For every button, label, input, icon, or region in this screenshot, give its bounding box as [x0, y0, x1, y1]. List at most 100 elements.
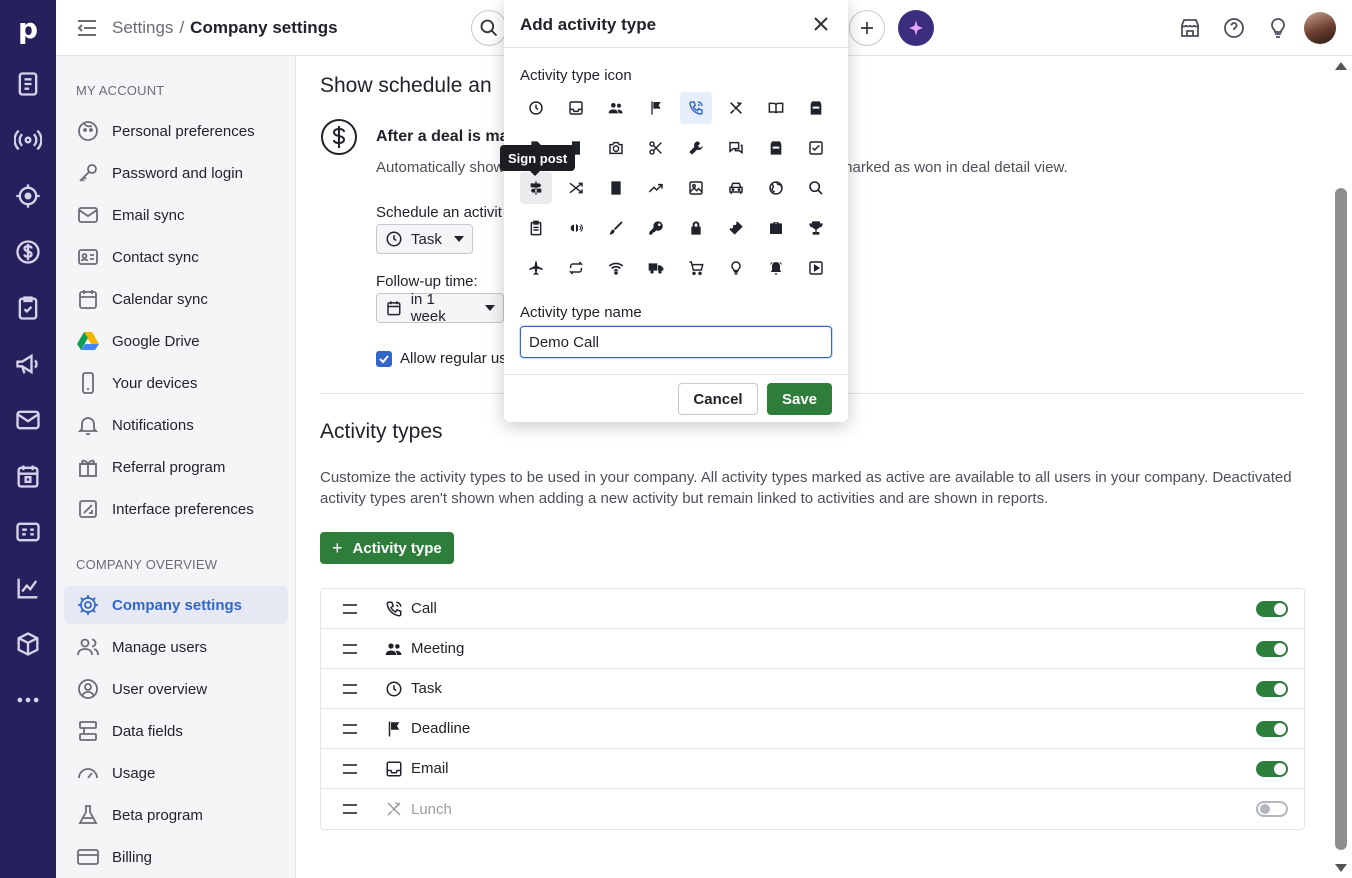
sidebar-item-data-fields[interactable]: Data fields	[64, 712, 288, 750]
utensils-icon[interactable]	[720, 92, 752, 124]
globe-icon[interactable]	[760, 172, 792, 204]
scroll-up-arrow-icon[interactable]	[1335, 62, 1347, 70]
chat-icon[interactable]	[720, 132, 752, 164]
scrollbar-thumb[interactable]	[1335, 188, 1347, 850]
dollar-icon[interactable]	[14, 238, 42, 266]
sidebar-item-manage-users[interactable]: Manage users	[64, 628, 288, 666]
avatar[interactable]	[1304, 12, 1336, 44]
activity-type-row-deadline[interactable]: Deadline	[321, 709, 1304, 749]
sidebar-item-your-devices[interactable]: Your devices	[64, 364, 288, 402]
camera-icon[interactable]	[600, 132, 632, 164]
sidebar-item-referral-program[interactable]: Referral program	[64, 448, 288, 486]
radar-icon[interactable]	[14, 126, 42, 154]
followup-time-dropdown[interactable]: in 1 week	[376, 291, 504, 325]
sidebar-item-google-drive[interactable]: Google Drive	[64, 322, 288, 360]
clock-icon[interactable]	[520, 92, 552, 124]
sidebar-item-contact-sync[interactable]: Contact sync	[64, 238, 288, 276]
marketplace-icon[interactable]	[1178, 16, 1202, 40]
activity-type-toggle[interactable]	[1256, 681, 1288, 697]
close-icon[interactable]	[812, 15, 830, 33]
sidebar-item-usage[interactable]: Usage	[64, 754, 288, 792]
sign-post-icon[interactable]	[520, 172, 552, 204]
activity-type-toggle[interactable]	[1256, 801, 1288, 817]
sidebar-item-billing[interactable]: Billing	[64, 838, 288, 876]
calendar-icon[interactable]	[14, 462, 42, 490]
package-icon[interactable]	[760, 132, 792, 164]
sidebar-item-calendar-sync[interactable]: Calendar sync	[64, 280, 288, 318]
sidebar-item-company-settings[interactable]: Company settings	[64, 586, 288, 624]
book-icon[interactable]	[760, 92, 792, 124]
activity-type-row-call[interactable]: Call	[321, 589, 1304, 629]
cart-icon[interactable]	[680, 252, 712, 284]
wrench-icon[interactable]	[680, 132, 712, 164]
play-icon[interactable]	[800, 252, 832, 284]
sidebar-item-notifications[interactable]: Notifications	[64, 406, 288, 444]
briefcase-icon[interactable]	[760, 212, 792, 244]
sidebar-item-personal-preferences[interactable]: Personal preferences	[64, 112, 288, 150]
scroll-down-arrow-icon[interactable]	[1335, 864, 1347, 872]
task-icon[interactable]	[14, 294, 42, 322]
drag-handle-icon[interactable]	[343, 643, 357, 654]
search-icon[interactable]	[800, 172, 832, 204]
speaker-icon[interactable]	[560, 212, 592, 244]
megaphone-icon[interactable]	[14, 350, 42, 378]
users-icon[interactable]	[600, 92, 632, 124]
activity-type-row-lunch[interactable]: Lunch	[321, 789, 1304, 829]
mail-icon[interactable]	[14, 406, 42, 434]
activity-type-toggle[interactable]	[1256, 761, 1288, 777]
drag-handle-icon[interactable]	[343, 723, 357, 734]
pipedrive-logo[interactable]: p	[0, 0, 56, 56]
checkbox-icon[interactable]	[800, 132, 832, 164]
flag-icon[interactable]	[640, 92, 672, 124]
trend-icon[interactable]	[640, 172, 672, 204]
sidebar-item-beta-program[interactable]: Beta program	[64, 796, 288, 834]
breadcrumb-settings[interactable]: Settings	[112, 18, 173, 37]
target-icon[interactable]	[14, 182, 42, 210]
menu-collapse-icon[interactable]	[76, 18, 98, 38]
deals-list-icon[interactable]	[14, 70, 42, 98]
add-activity-type-button[interactable]: + Activity type	[320, 532, 454, 564]
activity-type-row-meeting[interactable]: Meeting	[321, 629, 1304, 669]
activity-type-row-task[interactable]: Task	[321, 669, 1304, 709]
activity-type-row-email[interactable]: Email	[321, 749, 1304, 789]
archive-icon[interactable]	[800, 92, 832, 124]
address-book-icon[interactable]	[600, 172, 632, 204]
plane-icon[interactable]	[520, 252, 552, 284]
shuffle-icon[interactable]	[560, 172, 592, 204]
alarm-icon[interactable]	[760, 252, 792, 284]
activity-type-toggle[interactable]	[1256, 601, 1288, 617]
chart-icon[interactable]	[14, 574, 42, 602]
ai-assistant-button[interactable]	[898, 10, 934, 46]
car-icon[interactable]	[720, 172, 752, 204]
help-icon[interactable]	[1222, 16, 1246, 40]
scissors-icon[interactable]	[640, 132, 672, 164]
box-icon[interactable]	[14, 630, 42, 658]
drag-handle-icon[interactable]	[343, 763, 357, 774]
sidebar-item-email-sync[interactable]: Email sync	[64, 196, 288, 234]
image-icon[interactable]	[680, 172, 712, 204]
allow-regular-users-checkbox[interactable]	[376, 351, 392, 367]
quick-add-button[interactable]	[849, 10, 885, 46]
page-scrollbar[interactable]	[1330, 56, 1352, 878]
more-icon[interactable]	[14, 686, 42, 714]
sidebar-item-interface-preferences[interactable]: Interface preferences	[64, 490, 288, 528]
call-icon[interactable]	[680, 92, 712, 124]
lightbulb-icon[interactable]	[1266, 16, 1290, 40]
drag-handle-icon[interactable]	[343, 804, 357, 814]
activity-type-name-input[interactable]	[520, 326, 832, 358]
save-button[interactable]: Save	[767, 383, 832, 415]
refresh-icon[interactable]	[560, 252, 592, 284]
brush-icon[interactable]	[600, 212, 632, 244]
trophy-icon[interactable]	[800, 212, 832, 244]
sidebar-item-user-overview[interactable]: User overview	[64, 670, 288, 708]
activity-type-toggle[interactable]	[1256, 641, 1288, 657]
inbox-icon[interactable]	[560, 92, 592, 124]
sidebar-item-password-login[interactable]: Password and login	[64, 154, 288, 192]
drag-handle-icon[interactable]	[343, 603, 357, 614]
lock-icon[interactable]	[680, 212, 712, 244]
activity-type-toggle[interactable]	[1256, 721, 1288, 737]
contact-card-icon[interactable]	[14, 518, 42, 546]
ticket-icon[interactable]	[720, 212, 752, 244]
cancel-button[interactable]: Cancel	[678, 383, 758, 415]
schedule-activity-dropdown[interactable]: Task	[376, 224, 473, 254]
